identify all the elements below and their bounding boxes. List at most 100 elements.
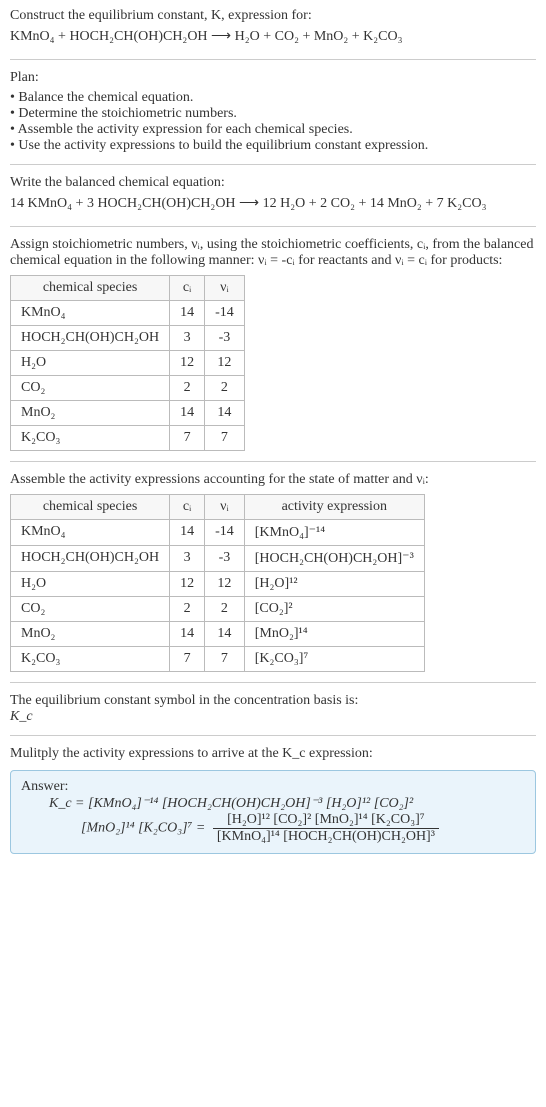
- answer-expr-1: K_c = [KMnO₄]⁻¹⁴ [HOCH₂CH(OH)CH₂OH]⁻³ [H…: [49, 796, 413, 811]
- col-species: chemical species: [11, 494, 170, 519]
- plan-item: Determine the stoichiometric numbers.: [10, 106, 536, 122]
- cell-activity: [KMnO₄]⁻¹⁴: [244, 519, 424, 545]
- cell-species: MnO₂: [11, 621, 170, 646]
- cell-activity: [CO₂]²: [244, 596, 424, 621]
- col-nui: νᵢ: [205, 275, 245, 300]
- cell-nui: -14: [205, 519, 245, 545]
- cell-species: KMnO₄: [11, 519, 170, 545]
- plan-item: Assemble the activity expression for eac…: [10, 122, 536, 138]
- col-species: chemical species: [11, 275, 170, 300]
- answer-label: Answer:: [21, 779, 525, 795]
- eq-rhs: H₂O + CO₂ + MnO₂ + K₂CO₃: [235, 29, 403, 44]
- balanced-rhs: 12 H₂O + 2 CO₂ + 14 MnO₂ + 7 K₂CO₃: [263, 196, 487, 211]
- table-row: MnO₂ 14 14 [MnO₂]¹⁴: [11, 621, 425, 646]
- stoich-table: chemical species cᵢ νᵢ KMnO₄ 14 -14 HOCH…: [10, 275, 245, 451]
- table-row: H₂O 12 12: [11, 350, 245, 375]
- balanced-equation: 14 KMnO₄ + 3 HOCH₂CH(OH)CH₂OH ⟶ 12 H₂O +…: [10, 191, 536, 216]
- fraction-numerator: [H₂O]¹² [CO₂]² [MnO₂]¹⁴ [K₂CO₃]⁷: [213, 812, 439, 829]
- table-row: K₂CO₃ 7 7 [K₂CO₃]⁷: [11, 646, 425, 671]
- balanced-title: Write the balanced chemical equation:: [10, 175, 536, 191]
- cell-ci: 14: [170, 400, 205, 425]
- table-row: H₂O 12 12 [H₂O]¹²: [11, 571, 425, 596]
- cell-nui: 2: [205, 375, 245, 400]
- cell-nui: 7: [205, 646, 245, 671]
- cell-species: K₂CO₃: [11, 646, 170, 671]
- cell-nui: 12: [205, 350, 245, 375]
- kc-symbol: K_c: [10, 709, 536, 725]
- problem-line1: Construct the equilibrium constant, K, e…: [10, 8, 536, 24]
- cell-species: HOCH₂CH(OH)CH₂OH: [11, 545, 170, 571]
- kc-symbol-section: The equilibrium constant symbol in the c…: [10, 682, 536, 735]
- plan-list: Balance the chemical equation. Determine…: [10, 90, 536, 154]
- cell-ci: 7: [170, 425, 205, 450]
- problem-text: Construct the equilibrium constant, K, e…: [10, 8, 312, 23]
- kc-intro: The equilibrium constant symbol in the c…: [10, 693, 536, 709]
- cell-activity: [HOCH₂CH(OH)CH₂OH]⁻³: [244, 545, 424, 571]
- cell-activity: [MnO₂]¹⁴: [244, 621, 424, 646]
- table-row: KMnO₄ 14 -14: [11, 300, 245, 325]
- cell-nui: 7: [205, 425, 245, 450]
- cell-species: MnO₂: [11, 400, 170, 425]
- multiply-text: Mulitply the activity expressions to arr…: [10, 746, 536, 762]
- arrow-icon: ⟶: [211, 27, 231, 43]
- table-row: HOCH₂CH(OH)CH₂OH 3 -3 [HOCH₂CH(OH)CH₂OH]…: [11, 545, 425, 571]
- stoich-intro: Assign stoichiometric numbers, νᵢ, using…: [10, 237, 536, 269]
- cell-ci: 14: [170, 519, 205, 545]
- cell-ci: 2: [170, 596, 205, 621]
- cell-ci: 2: [170, 375, 205, 400]
- table-header-row: chemical species cᵢ νᵢ activity expressi…: [11, 494, 425, 519]
- cell-ci: 14: [170, 300, 205, 325]
- table-row: MnO₂ 14 14: [11, 400, 245, 425]
- col-activity: activity expression: [244, 494, 424, 519]
- cell-nui: 14: [205, 400, 245, 425]
- table-row: KMnO₄ 14 -14 [KMnO₄]⁻¹⁴: [11, 519, 425, 545]
- col-ci: cᵢ: [170, 494, 205, 519]
- plan-title: Plan:: [10, 70, 536, 86]
- answer-fraction: [H₂O]¹² [CO₂]² [MnO₂]¹⁴ [K₂CO₃]⁷ [KMnO₄]…: [213, 812, 439, 845]
- cell-species: CO₂: [11, 596, 170, 621]
- plan-section: Plan: Balance the chemical equation. Det…: [10, 59, 536, 164]
- balanced-lhs: 14 KMnO₄ + 3 HOCH₂CH(OH)CH₂OH: [10, 196, 236, 211]
- table-row: CO₂ 2 2 [CO₂]²: [11, 596, 425, 621]
- stoich-section: Assign stoichiometric numbers, νᵢ, using…: [10, 226, 536, 461]
- cell-ci: 7: [170, 646, 205, 671]
- cell-species: H₂O: [11, 350, 170, 375]
- cell-activity: [K₂CO₃]⁷: [244, 646, 424, 671]
- page-container: Construct the equilibrium constant, K, e…: [0, 0, 546, 872]
- cell-nui: 14: [205, 621, 245, 646]
- col-nui: νᵢ: [205, 494, 245, 519]
- cell-species: CO₂: [11, 375, 170, 400]
- multiply-section: Mulitply the activity expressions to arr…: [10, 735, 536, 864]
- answer-box: Answer: K_c = [KMnO₄]⁻¹⁴ [HOCH₂CH(OH)CH₂…: [10, 770, 536, 854]
- plan-item: Use the activity expressions to build th…: [10, 138, 536, 154]
- activity-table: chemical species cᵢ νᵢ activity expressi…: [10, 494, 425, 672]
- cell-nui: -14: [205, 300, 245, 325]
- cell-nui: -3: [205, 325, 245, 350]
- cell-nui: -3: [205, 545, 245, 571]
- fraction-denominator: [KMnO₄]¹⁴ [HOCH₂CH(OH)CH₂OH]³: [213, 829, 439, 845]
- cell-ci: 3: [170, 325, 205, 350]
- problem-statement: Construct the equilibrium constant, K, e…: [10, 8, 536, 59]
- answer-line1: K_c = [KMnO₄]⁻¹⁴ [HOCH₂CH(OH)CH₂OH]⁻³ [H…: [21, 795, 525, 812]
- cell-species: H₂O: [11, 571, 170, 596]
- cell-species: K₂CO₃: [11, 425, 170, 450]
- col-ci: cᵢ: [170, 275, 205, 300]
- arrow-icon: ⟶: [239, 194, 259, 210]
- plan-item: Balance the chemical equation.: [10, 90, 536, 106]
- cell-nui: 12: [205, 571, 245, 596]
- cell-ci: 3: [170, 545, 205, 571]
- answer-expr-2: [MnO₂]¹⁴ [K₂CO₃]⁷ =: [81, 820, 209, 835]
- activity-intro: Assemble the activity expressions accoun…: [10, 472, 536, 488]
- cell-ci: 14: [170, 621, 205, 646]
- table-row: K₂CO₃ 7 7: [11, 425, 245, 450]
- cell-nui: 2: [205, 596, 245, 621]
- cell-species: KMnO₄: [11, 300, 170, 325]
- eq-lhs: KMnO₄ + HOCH₂CH(OH)CH₂OH: [10, 29, 208, 44]
- table-header-row: chemical species cᵢ νᵢ: [11, 275, 245, 300]
- unbalanced-equation: KMnO₄ + HOCH₂CH(OH)CH₂OH ⟶ H₂O + CO₂ + M…: [10, 24, 536, 49]
- answer-line2: [MnO₂]¹⁴ [K₂CO₃]⁷ = [H₂O]¹² [CO₂]² [MnO₂…: [21, 812, 525, 845]
- cell-ci: 12: [170, 571, 205, 596]
- table-row: CO₂ 2 2: [11, 375, 245, 400]
- cell-activity: [H₂O]¹²: [244, 571, 424, 596]
- cell-ci: 12: [170, 350, 205, 375]
